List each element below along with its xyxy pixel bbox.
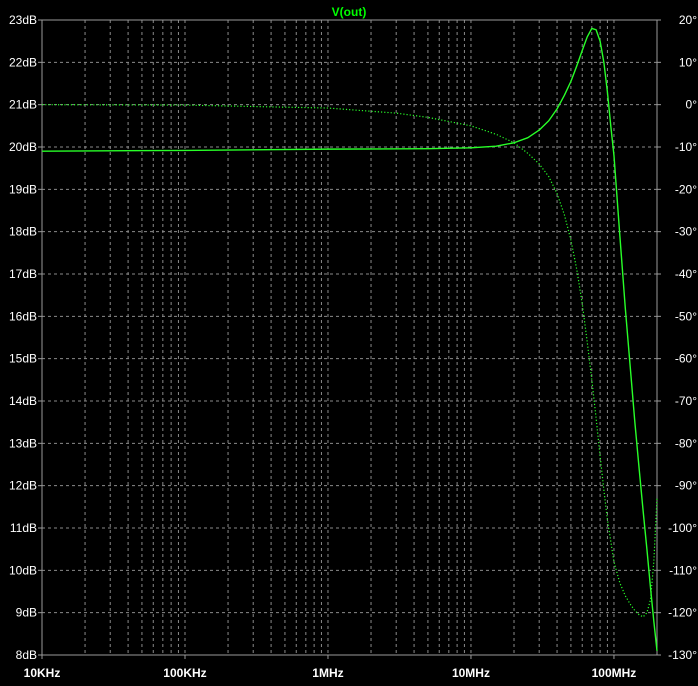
left-tick-label: 15dB: [9, 352, 37, 366]
x-tick-label: 1MHz: [312, 666, 343, 680]
right-tick-label: 0°: [686, 98, 698, 112]
left-tick-label: 12dB: [9, 479, 37, 493]
right-tick-label: -80°: [675, 436, 697, 450]
left-tick-label: 10dB: [9, 563, 37, 577]
right-tick-label: 10°: [679, 55, 697, 69]
x-tick-label: 100MHz: [592, 666, 637, 680]
left-tick-label: 9dB: [16, 606, 37, 620]
left-tick-label: 20dB: [9, 140, 37, 154]
right-tick-label: -20°: [675, 182, 697, 196]
right-tick-label: -120°: [668, 606, 697, 620]
right-tick-label: -50°: [675, 309, 697, 323]
right-tick-label: -60°: [675, 352, 697, 366]
right-tick-label: -130°: [668, 648, 697, 662]
left-tick-label: 16dB: [9, 309, 37, 323]
right-tick-label: -90°: [675, 479, 697, 493]
right-tick-label: -10°: [675, 140, 697, 154]
chart-title: V(out): [332, 5, 367, 19]
left-tick-label: 22dB: [9, 55, 37, 69]
right-tick-label: -70°: [675, 394, 697, 408]
right-tick-label: -30°: [675, 225, 697, 239]
left-tick-label: 8dB: [16, 648, 37, 662]
left-tick-label: 23dB: [9, 13, 37, 27]
left-tick-label: 13dB: [9, 436, 37, 450]
left-tick-label: 14dB: [9, 394, 37, 408]
left-tick-label: 19dB: [9, 182, 37, 196]
left-tick-label: 21dB: [9, 98, 37, 112]
right-tick-label: -40°: [675, 267, 697, 281]
plot-background: [0, 0, 698, 681]
right-tick-label: 20°: [679, 13, 697, 27]
bode-plot: 8dB 9dB 10dB 11dB 12dB 13dB 14dB 15dB 16dB 17dB 18…: [0, 0, 698, 681]
left-tick-label: 17dB: [9, 267, 37, 281]
right-tick-label: -110°: [669, 563, 697, 577]
x-tick-label: 10MHz: [452, 666, 490, 680]
left-tick-label: 11dB: [10, 521, 37, 535]
right-tick-label: -100°: [668, 521, 697, 535]
left-tick-label: 18dB: [9, 225, 37, 239]
x-tick-label: 100KHz: [163, 666, 206, 680]
plot-svg: 8dB 9dB 10dB 11dB 12dB 13dB 14dB 15dB 16dB 17dB 18…: [0, 0, 698, 681]
x-tick-label: 10KHz: [24, 666, 61, 680]
